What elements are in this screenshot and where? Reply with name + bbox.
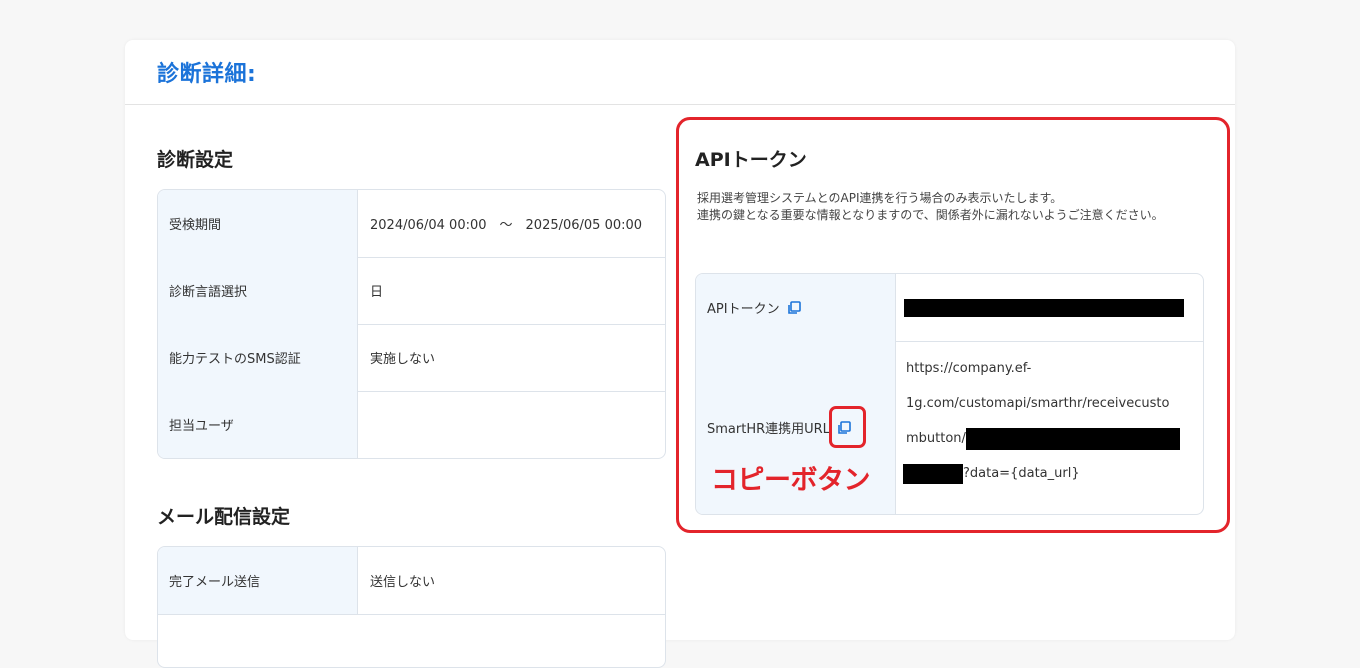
copy-icon[interactable]: [786, 300, 802, 316]
table-row: 診断言語選択 日: [158, 257, 665, 325]
row-label-sms-auth: 能力テストのSMS認証: [158, 324, 358, 391]
smarthr-url-label: SmartHR連携用URL: [707, 422, 830, 437]
row-label-api-token: APIトークン: [696, 274, 896, 341]
masked-url-part: [903, 463, 963, 484]
table-row: 完了メール送信 送信しない: [158, 547, 665, 615]
url-line-1: https://company.ef-: [906, 361, 1032, 376]
masked-url-part: [965, 427, 1180, 450]
copy-icon[interactable]: [836, 420, 852, 436]
page-title: 診断詳細:: [157, 62, 257, 87]
diagnosis-settings-title: 診断設定: [157, 149, 234, 171]
table-row: APIトークン: [696, 274, 1203, 342]
row-label-completion-mail: 完了メール送信: [158, 547, 358, 614]
row-label-exam-period: 受検期間: [158, 190, 358, 257]
table-row: 担当ユーザ: [158, 391, 665, 458]
row-value-responsible-user: [358, 391, 665, 458]
card-header: 診断詳細:: [125, 40, 1235, 105]
row-value-language: 日: [370, 285, 384, 300]
url-line-2: 1g.com/customapi/smarthr/receivecusto: [906, 396, 1170, 411]
row-value-smarthr-url: https://company.ef- 1g.com/customapi/sma…: [896, 341, 1203, 514]
row-value-sms-auth: 実施しない: [370, 352, 436, 367]
masked-token: [904, 298, 1184, 317]
copy-button-annotation: コピーボタン: [711, 465, 871, 496]
row-value-exam-period: 2024/06/04 00:00 ～ 2025/06/05 00:00: [370, 218, 643, 233]
diagnosis-settings-table: 受検期間 2024/06/04 00:00 ～ 2025/06/05 00:00…: [157, 189, 666, 459]
row-label-language: 診断言語選択: [158, 257, 358, 324]
api-token-description-line2: 連携の鍵となる重要な情報となりますので、関係者外に漏れないようご注意ください。: [697, 208, 1164, 222]
api-token-label: APIトークン: [707, 302, 780, 317]
table-row: 受検期間 2024/06/04 00:00 ～ 2025/06/05 00:00: [158, 190, 665, 258]
api-token-title: APIトークン: [695, 149, 807, 171]
row-label-responsible-user: 担当ユーザ: [158, 391, 358, 458]
table-row: 能力テストのSMS認証 実施しない: [158, 324, 665, 392]
url-line-4: ?data={data_url}: [903, 456, 1203, 491]
row-value-api-token: [896, 274, 1203, 341]
url-line-3: mbutton/: [906, 421, 1203, 456]
api-token-description: 採用選考管理システムとのAPI連携を行う場合のみ表示いたします。 連携の鍵となる…: [697, 190, 1217, 224]
row-value-completion-mail: 送信しない: [370, 575, 436, 590]
mail-settings-title: メール配信設定: [157, 506, 291, 528]
mail-settings-table: 完了メール送信 送信しない: [157, 546, 666, 668]
api-token-description-line1: 採用選考管理システムとのAPI連携を行う場合のみ表示いたします。: [697, 191, 1063, 205]
diagnosis-detail-card: 診断詳細: 診断設定 受検期間 2024/06/04 00:00 ～ 2025/…: [125, 40, 1235, 668]
